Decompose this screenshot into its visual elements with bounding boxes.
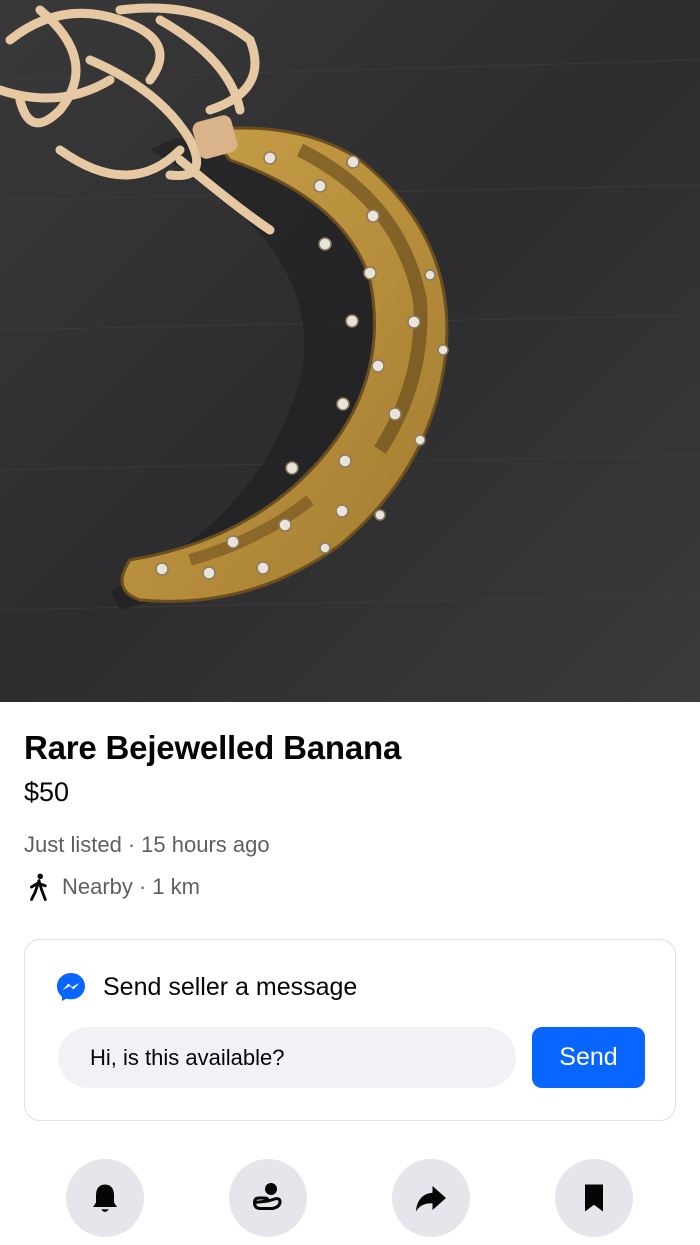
- location-row: Nearby · 1 km: [24, 872, 676, 902]
- location-separator: ·: [138, 874, 147, 899]
- distance-label: Nearby: [62, 874, 133, 899]
- bell-icon: [93, 1184, 117, 1212]
- meta-separator: ·: [127, 832, 136, 857]
- listing-price: $50: [24, 777, 70, 807]
- message-seller-card: Send seller a message Send: [24, 939, 676, 1121]
- banana-photo: [0, 0, 700, 702]
- listing-title: Rare Bejewelled Banana: [24, 729, 402, 766]
- alert-button[interactable]: [66, 1159, 144, 1237]
- distance-value: 1 km: [152, 874, 200, 899]
- walking-person-icon: [30, 873, 47, 901]
- bookmark-icon: [585, 1184, 603, 1212]
- share-button[interactable]: [392, 1159, 470, 1237]
- listing-photo[interactable]: [0, 0, 700, 702]
- make-offer-icon: [253, 1183, 282, 1210]
- message-heading-row: Send seller a message: [55, 970, 357, 1004]
- listing-meta: Just listed · 15 hours ago: [24, 830, 676, 860]
- save-button[interactable]: [555, 1159, 633, 1237]
- messenger-icon: [57, 973, 85, 1001]
- make-offer-button[interactable]: [229, 1159, 307, 1237]
- message-input[interactable]: [58, 1027, 516, 1088]
- listed-status: Just listed: [24, 832, 122, 857]
- listing-details: Rare Bejewelled Banana $50 Just listed · 1…: [24, 724, 676, 902]
- listed-time: 15 hours ago: [141, 832, 270, 857]
- action-buttons: [0, 1159, 700, 1239]
- send-button[interactable]: Send: [532, 1027, 645, 1088]
- message-heading: Send seller a message: [103, 973, 358, 1001]
- share-icon: [416, 1186, 446, 1212]
